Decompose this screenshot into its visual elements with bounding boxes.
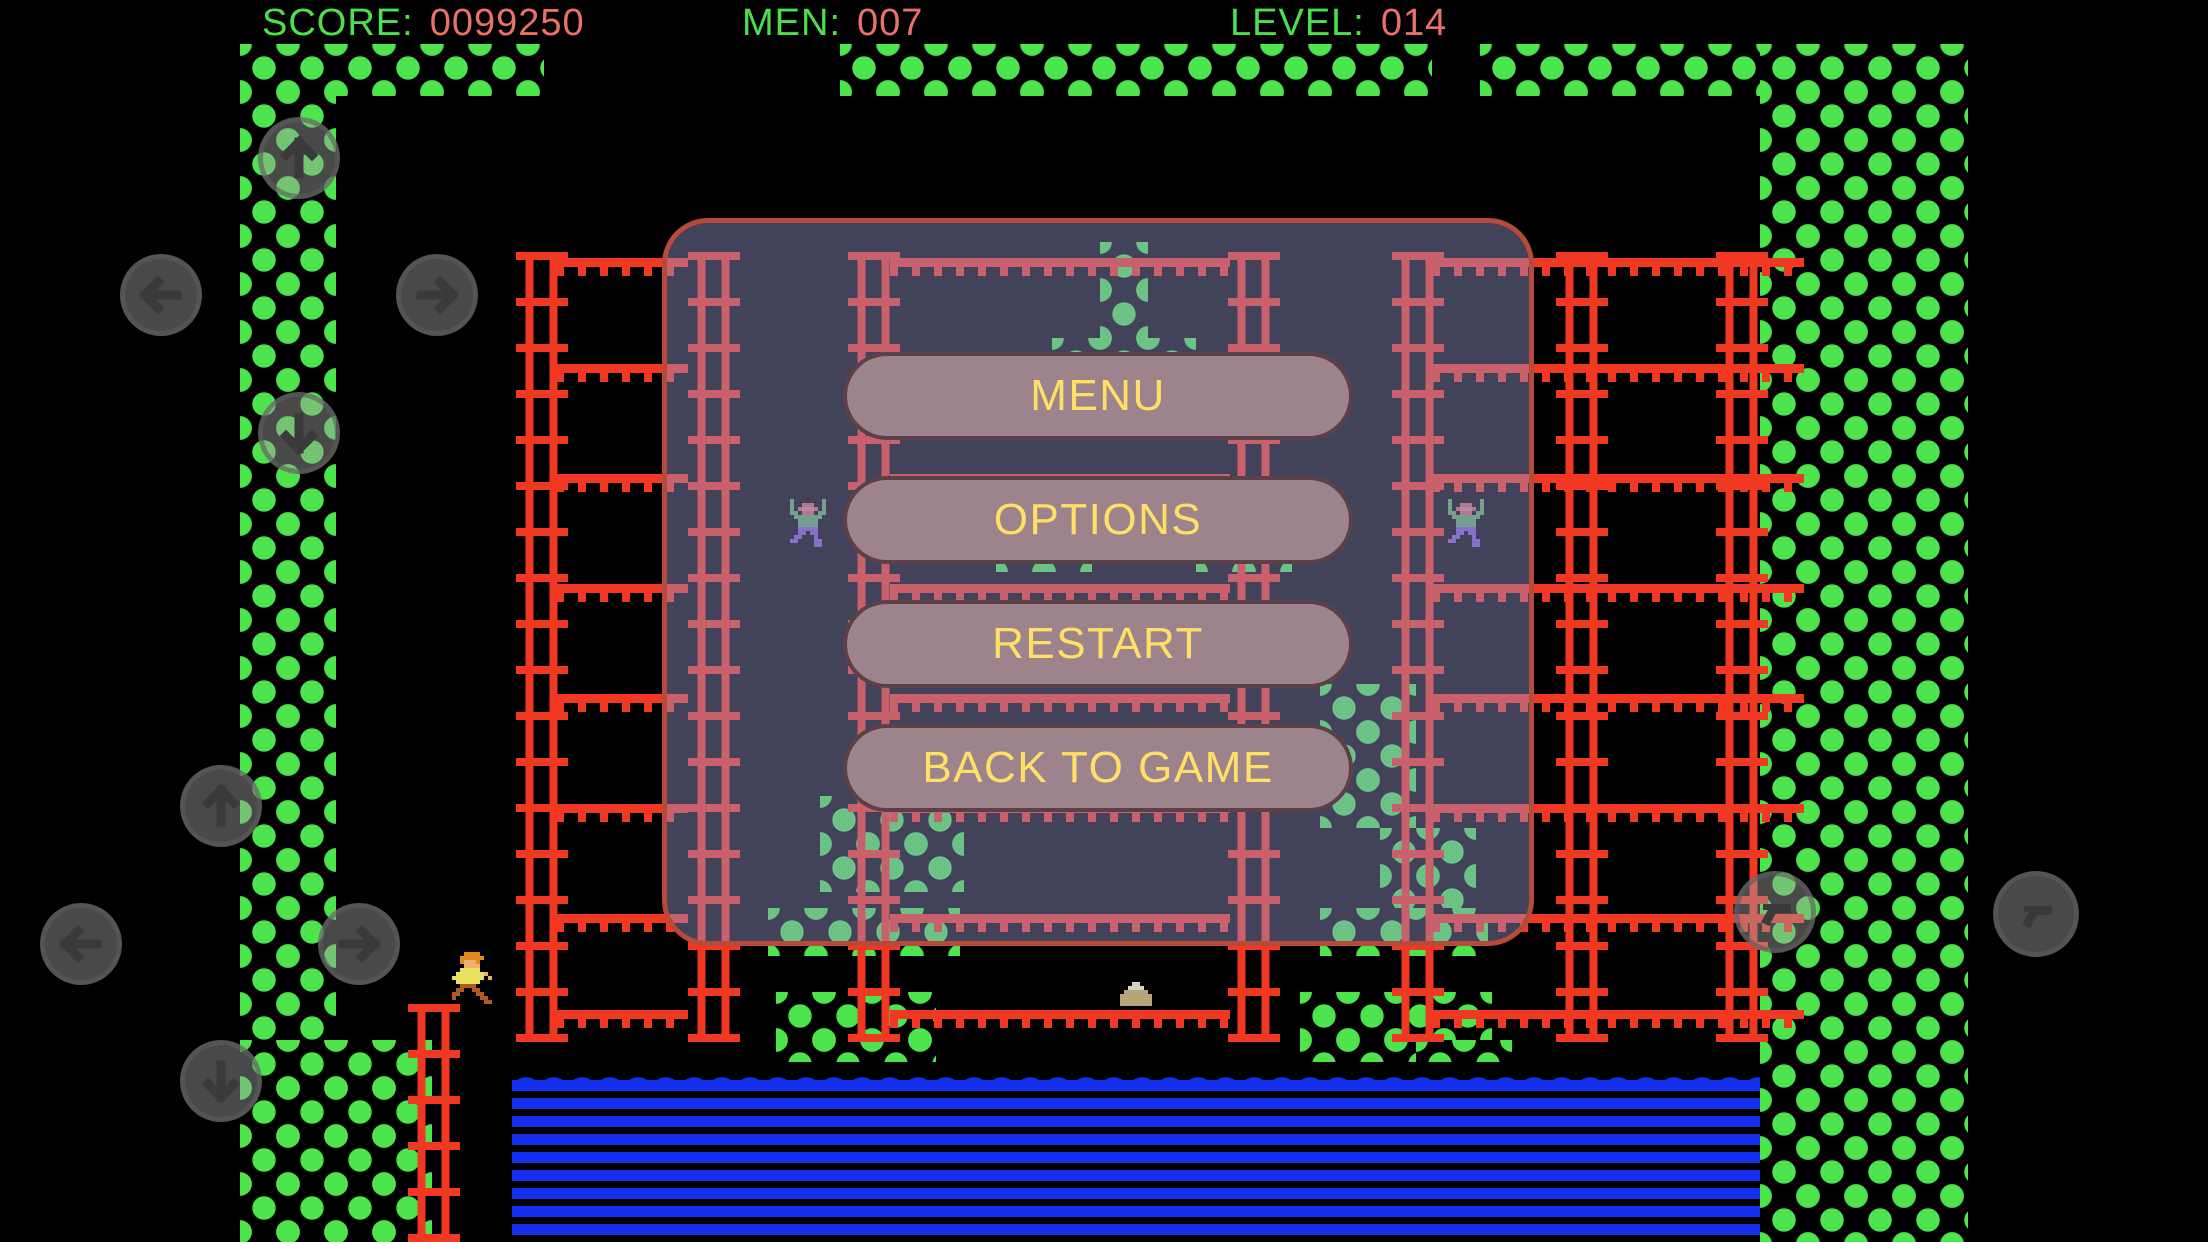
options-button-label: OPTIONS: [993, 495, 1203, 544]
wall-right-outer: [1856, 44, 1968, 1242]
men-display: MEN: 007: [742, 2, 923, 45]
water-main: [512, 1080, 1760, 1242]
game-screen: SCORE: 0099250 MEN: 007 LEVEL: 014 MENU O…: [0, 0, 2208, 1242]
pause-dialog: MENU OPTIONS RESTART BACK TO GAME: [662, 218, 1534, 946]
ladder-6: [1556, 252, 1608, 1042]
arrow-right-icon: [412, 270, 462, 320]
gun-icon: [2010, 888, 2062, 940]
menu-button-label: MENU: [1030, 371, 1166, 420]
level-value: 014: [1380, 2, 1448, 44]
arrow-left-icon: [56, 919, 106, 969]
options-button[interactable]: OPTIONS: [843, 476, 1353, 564]
restart-button-label: RESTART: [992, 619, 1204, 668]
restart-button[interactable]: RESTART: [843, 600, 1353, 688]
arrow-up-icon: [274, 133, 324, 183]
dpad-down-bottom-button[interactable]: [180, 1040, 262, 1122]
score-value: 0099250: [429, 2, 585, 44]
player-runner: [452, 952, 492, 1004]
wall-top-mid: [840, 44, 1432, 96]
fire-inner-button[interactable]: [1734, 871, 1816, 953]
ladder-8: [408, 1004, 460, 1242]
dpad-right-top-button[interactable]: [396, 254, 478, 336]
dpad-left-top-button[interactable]: [120, 254, 202, 336]
arrow-down-icon: [274, 408, 324, 458]
arrow-right-icon: [334, 919, 384, 969]
dpad-left-bottom-button[interactable]: [40, 903, 122, 985]
fire-right-button[interactable]: [1993, 871, 2079, 957]
men-label: MEN:: [742, 2, 841, 44]
back-to-game-button[interactable]: BACK TO GAME: [843, 724, 1353, 812]
score-label: SCORE:: [262, 2, 414, 44]
wall-right-column: [1760, 44, 1856, 1242]
gun-icon: [1749, 886, 1801, 938]
pause-menu-buttons: MENU OPTIONS RESTART BACK TO GAME: [667, 223, 1529, 941]
level-display: LEVEL: 014: [1230, 2, 1447, 45]
wall-left-lower: [240, 1040, 432, 1242]
level-label: LEVEL:: [1230, 2, 1365, 44]
arrow-down-icon: [196, 1056, 246, 1106]
arrow-up-icon: [196, 781, 246, 831]
treasure-item: [1120, 982, 1152, 1006]
dpad-right-bottom-button[interactable]: [318, 903, 400, 985]
menu-button[interactable]: MENU: [843, 352, 1353, 440]
men-value: 007: [857, 2, 924, 44]
back-to-game-button-label: BACK TO GAME: [922, 743, 1274, 792]
platform-r8b: [890, 1010, 1230, 1028]
ladder-1: [516, 252, 568, 1042]
dpad-up-top-button[interactable]: [258, 117, 340, 199]
platform-r8a: [556, 1010, 688, 1028]
arrow-left-icon: [136, 270, 186, 320]
dpad-up-bottom-button[interactable]: [180, 765, 262, 847]
hud-bar: SCORE: 0099250 MEN: 007 LEVEL: 014: [0, 0, 2208, 44]
score-display: SCORE: 0099250: [262, 2, 585, 45]
dpad-down-top-button[interactable]: [258, 392, 340, 474]
